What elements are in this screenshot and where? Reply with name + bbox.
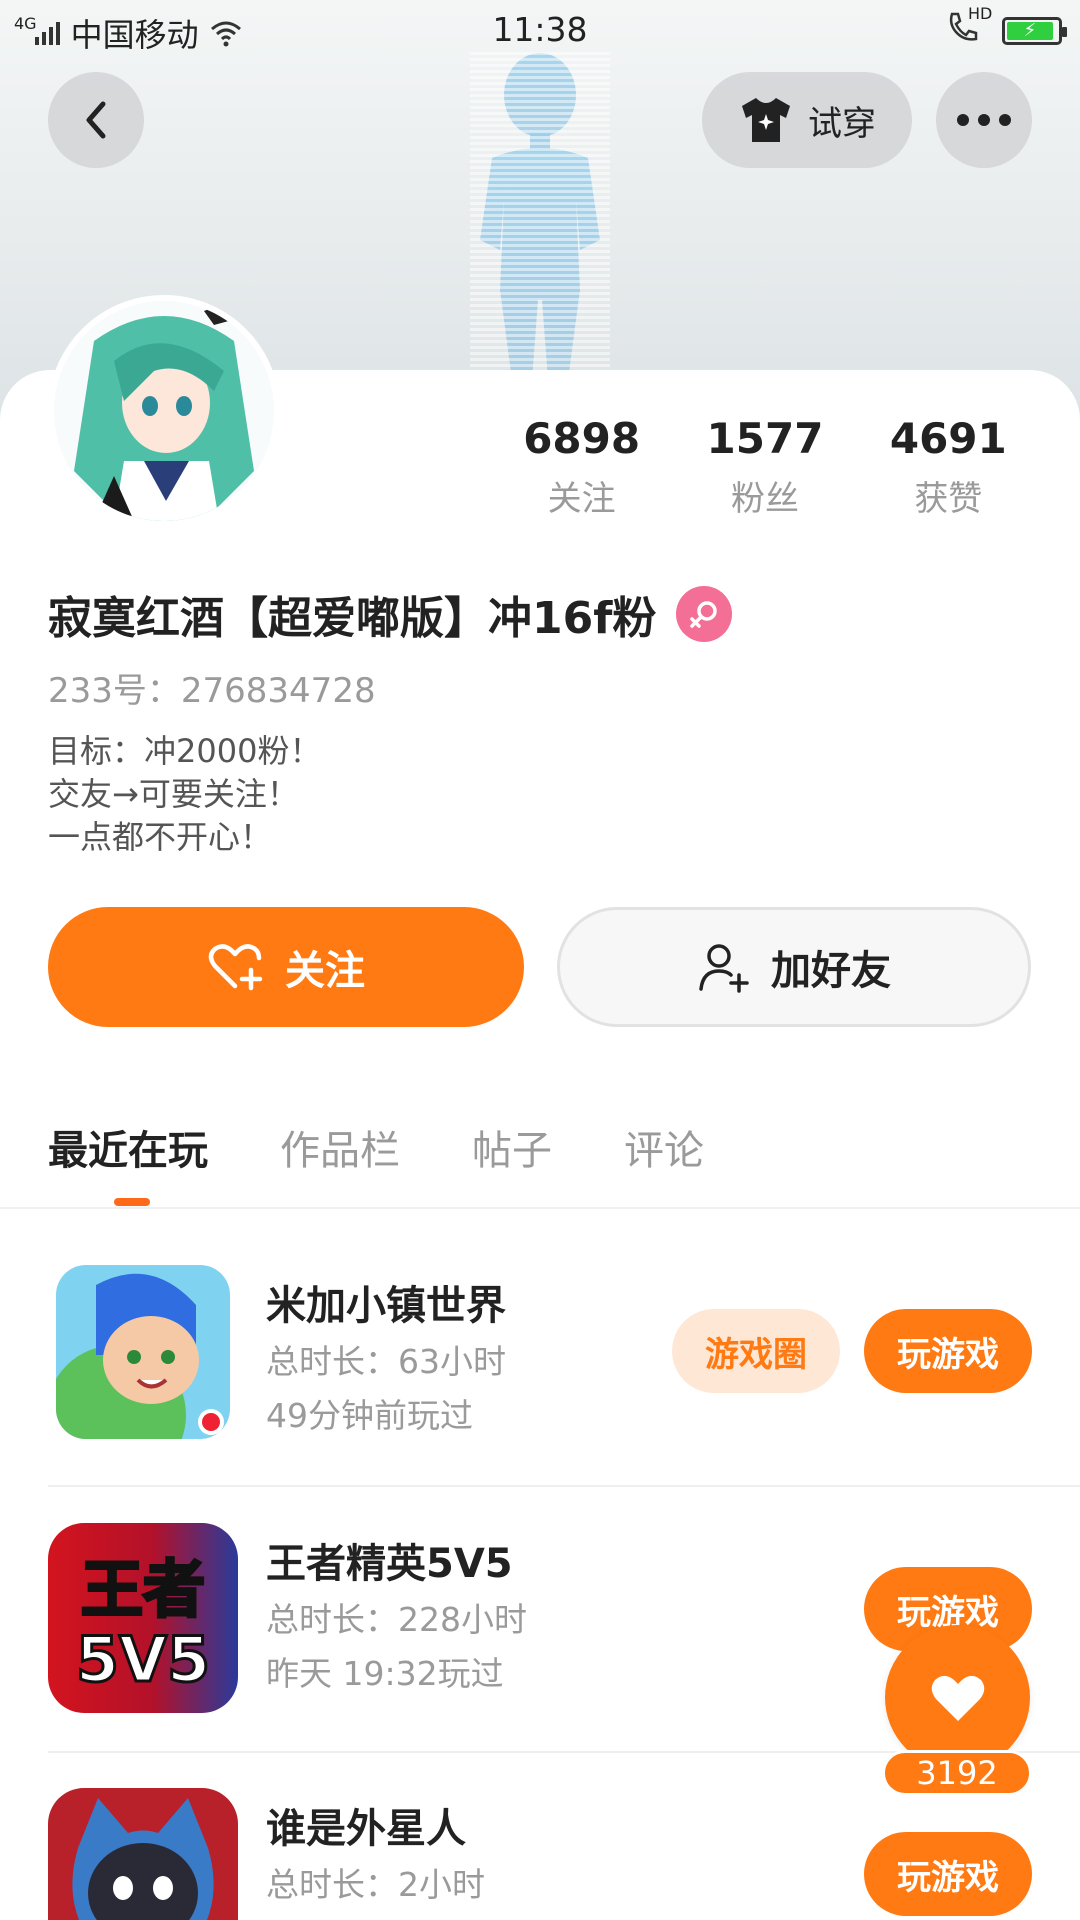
game-list-item[interactable]: 谁是外星人 总时长：2小时 玩游戏 bbox=[48, 1788, 1080, 1920]
anime-girl-avatar-image bbox=[54, 301, 274, 521]
user-avatar[interactable] bbox=[48, 295, 280, 527]
icon-text-kings: 王者 bbox=[81, 1553, 205, 1626]
bio-line: 交友→可要关注！ bbox=[48, 775, 299, 813]
game-circle-button[interactable]: 游戏圈 bbox=[672, 1309, 840, 1393]
follow-button[interactable]: 关注 bbox=[48, 907, 524, 1027]
game-icon-kings-elite: 王者 5V5 bbox=[48, 1523, 238, 1713]
hologram-avatar-figure bbox=[470, 50, 610, 380]
stat-followers[interactable]: 1577 粉丝 bbox=[673, 414, 856, 520]
game-playtime: 总时长：228小时 bbox=[266, 1600, 527, 1639]
username-row: 寂寞红酒【超爱嘟版】冲16f粉 bbox=[48, 582, 733, 646]
icon-text-5v5: 5V5 bbox=[76, 1623, 210, 1696]
tab-posts[interactable]: 帖子 bbox=[472, 1118, 552, 1176]
user-bio: 目标：冲2000粉！ 交友→可要关注！ 一点都不开心！ bbox=[48, 730, 321, 859]
user-id: 233号：276834728 bbox=[48, 671, 376, 711]
add-friend-label: 加好友 bbox=[771, 949, 891, 993]
game-icon-miga-town bbox=[56, 1265, 230, 1439]
add-user-icon bbox=[699, 944, 749, 993]
divider bbox=[48, 1485, 1080, 1487]
add-friend-button[interactable]: 加好友 bbox=[557, 907, 1031, 1027]
clock: 11:38 bbox=[492, 10, 588, 49]
username: 寂寞红酒【超爱嘟版】冲16f粉 bbox=[48, 593, 657, 644]
game-icon-who-is-alien bbox=[48, 1788, 238, 1920]
play-game-button[interactable]: 玩游戏 bbox=[864, 1309, 1032, 1393]
bio-line: 目标：冲2000粉！ bbox=[48, 732, 322, 770]
stat-following[interactable]: 6898 关注 bbox=[490, 414, 673, 520]
stat-likes[interactable]: 4691 获赞 bbox=[857, 414, 1040, 520]
more-dots-icon bbox=[957, 114, 1011, 126]
game-last-played: 昨天 19:32玩过 bbox=[266, 1654, 504, 1693]
like-count: 3192 bbox=[882, 1750, 1032, 1796]
stat-label: 粉丝 bbox=[730, 479, 799, 519]
play-game-button[interactable]: 玩游戏 bbox=[864, 1832, 1032, 1916]
active-tab-indicator bbox=[114, 1198, 150, 1206]
game-playtime: 总时长：63小时 bbox=[266, 1342, 506, 1381]
stat-label: 关注 bbox=[547, 479, 616, 519]
tab-comments[interactable]: 评论 bbox=[624, 1118, 704, 1176]
heart-plus-icon bbox=[208, 944, 263, 991]
stat-value: 6898 bbox=[523, 414, 641, 463]
stat-value: 4691 bbox=[889, 414, 1007, 463]
divider bbox=[0, 1207, 1080, 1209]
female-gender-icon bbox=[676, 586, 733, 642]
tab-recent-games[interactable]: 最近在玩 bbox=[48, 1118, 208, 1176]
heart-icon bbox=[931, 1675, 984, 1721]
try-on-label: 试穿 bbox=[808, 103, 876, 144]
battery-icon: ⚡ bbox=[1002, 17, 1067, 45]
game-title: 谁是外星人 bbox=[266, 1806, 466, 1852]
status-bar: 4G 中国移动 11:38 HD ⚡ bbox=[0, 0, 1080, 58]
bio-line: 一点都不开心！ bbox=[48, 818, 273, 856]
hd-call-indicator: HD bbox=[946, 4, 992, 52]
chevron-left-icon bbox=[86, 101, 106, 139]
back-button[interactable] bbox=[48, 72, 144, 168]
hd-badge: HD bbox=[968, 4, 993, 23]
stat-value: 1577 bbox=[706, 414, 824, 463]
tab-works[interactable]: 作品栏 bbox=[280, 1118, 400, 1176]
like-floating-button[interactable] bbox=[885, 1625, 1030, 1770]
profile-stats: 6898 关注 1577 粉丝 4691 获赞 bbox=[490, 414, 1040, 520]
try-on-button[interactable]: 试穿 bbox=[702, 72, 912, 168]
stat-label: 获赞 bbox=[914, 479, 983, 519]
game-title: 王者精英5V5 bbox=[266, 1541, 513, 1587]
tshirt-icon bbox=[742, 98, 790, 142]
game-last-played: 49分钟前玩过 bbox=[266, 1396, 473, 1435]
game-title: 米加小镇世界 bbox=[266, 1283, 506, 1329]
game-playtime: 总时长：2小时 bbox=[266, 1865, 485, 1904]
profile-tabs: 最近在玩 作品栏 帖子 评论 bbox=[48, 1118, 704, 1176]
more-options-button[interactable] bbox=[936, 72, 1032, 168]
follow-label: 关注 bbox=[285, 949, 365, 993]
game-list-item[interactable]: 米加小镇世界 总时长：63小时 49分钟前玩过 游戏圈 玩游戏 bbox=[48, 1265, 1080, 1485]
